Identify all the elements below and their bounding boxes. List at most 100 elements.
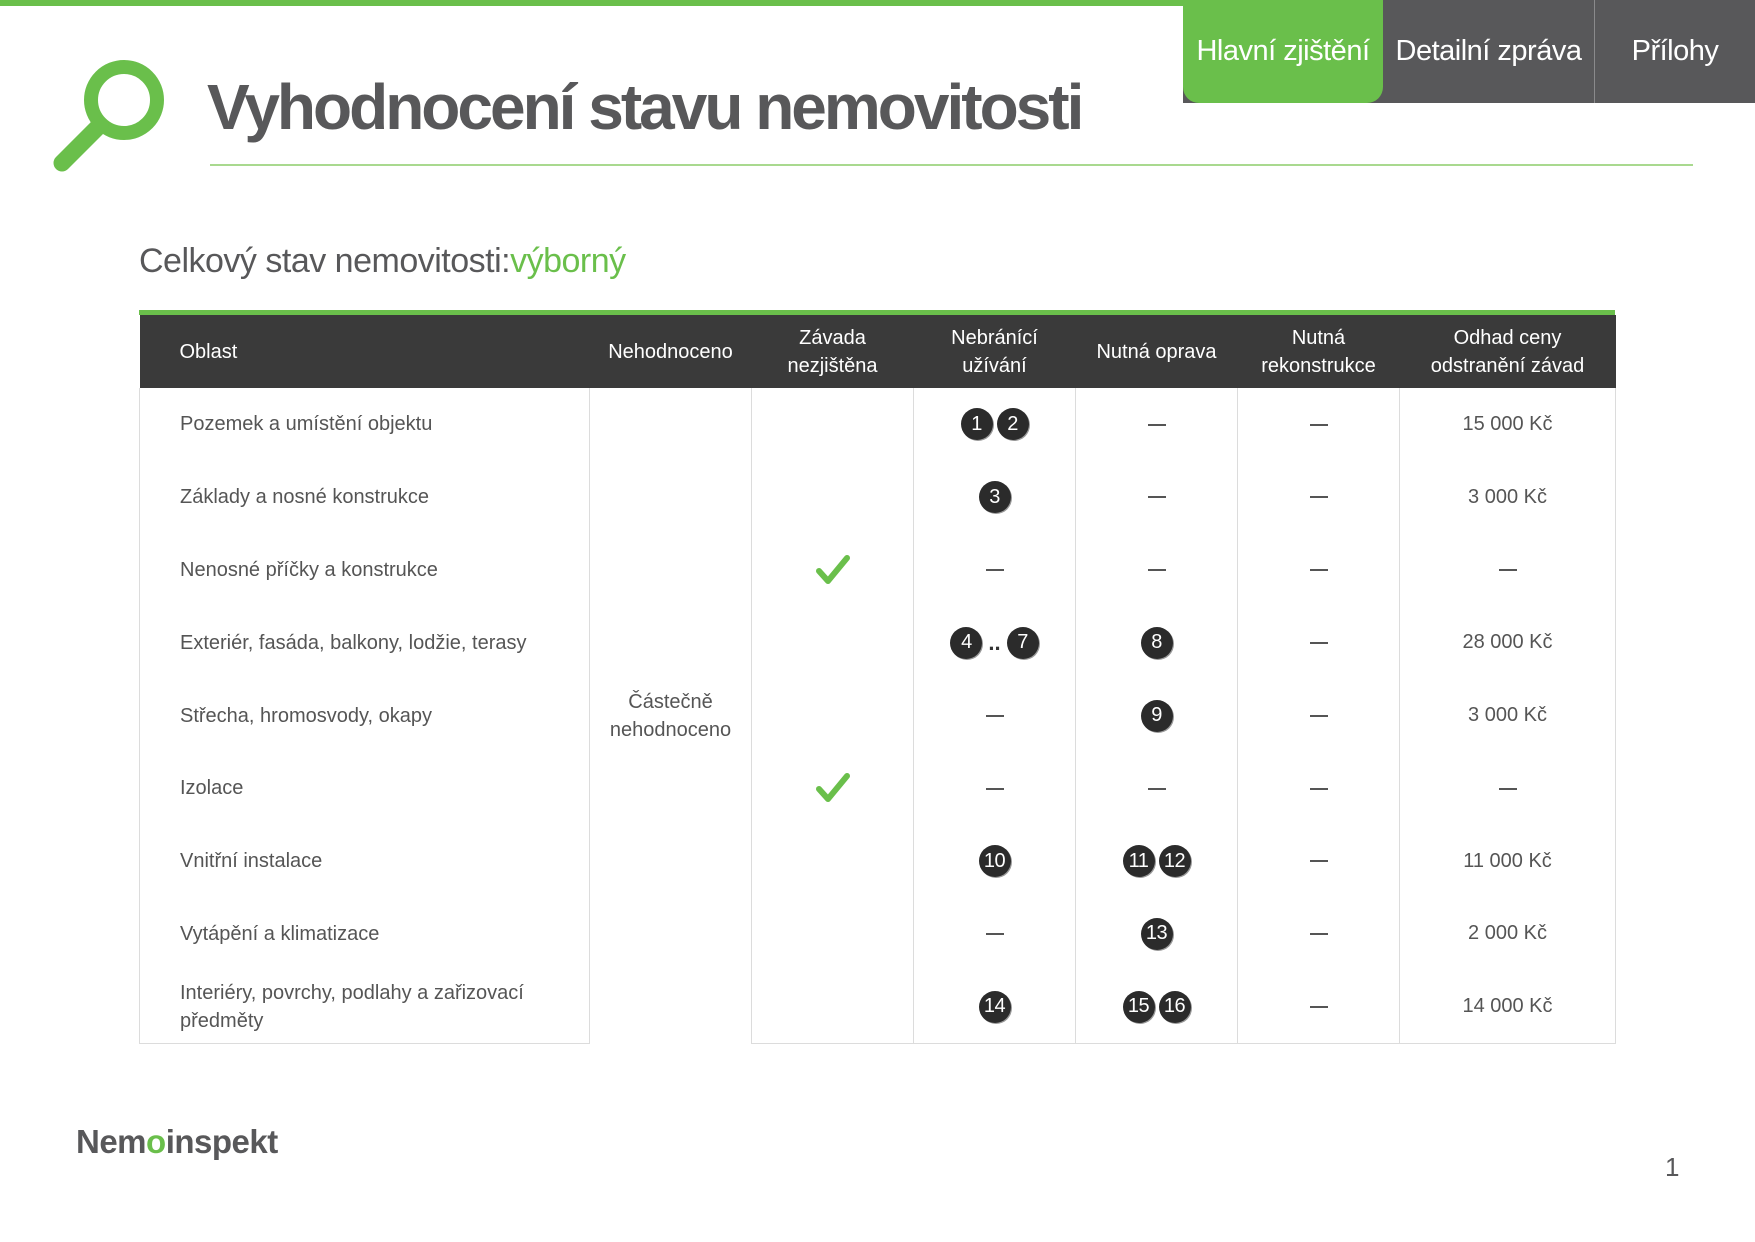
repair-cell: 15 16 <box>1075 970 1238 1044</box>
dash-icon <box>1147 423 1166 426</box>
table-row: Nenosné příčky a konstrukce <box>139 533 1616 607</box>
repair-cell: 9 <box>1075 679 1238 752</box>
finding-badge[interactable]: 10 <box>978 845 1011 878</box>
dash-icon <box>1498 569 1517 572</box>
cost-cell: 3 000 Kč <box>1399 679 1616 752</box>
cost-cell <box>1399 533 1616 607</box>
table-row: Vnitřní instalace 10 11 12 11 000 Kč <box>139 824 1616 898</box>
finding-badge[interactable]: 13 <box>1140 917 1173 950</box>
table-row: Základy a nosné konstrukce 3 3 000 Kč <box>139 460 1616 534</box>
table-body: Pozemek a umístění objektu Částečně nehod… <box>139 388 1616 1044</box>
no-defect-cell <box>751 606 914 680</box>
cost-cell: 3 000 Kč <box>1399 460 1616 534</box>
company-logo: Nemoinspekt <box>76 1123 278 1161</box>
top-accent-line <box>0 0 1190 6</box>
column-header-not-evaluated: Nehodnoceno <box>589 315 752 388</box>
reconstruction-cell <box>1237 533 1400 607</box>
table-row: Exteriér, fasáda, balkony, lodžie, teras… <box>139 606 1616 680</box>
area-cell: Pozemek a umístění objektu <box>139 388 590 461</box>
dash-icon <box>1147 496 1166 499</box>
area-cell: Exteriér, fasáda, balkony, lodžie, teras… <box>139 606 590 680</box>
dash-icon <box>1498 787 1517 790</box>
repair-cell <box>1075 533 1238 607</box>
not-hindering-cell <box>913 679 1076 752</box>
column-header-area: Oblast <box>139 315 590 388</box>
table-row: Vytápění a klimatizace 13 2 000 Kč <box>139 897 1616 971</box>
reconstruction-cell <box>1237 970 1400 1044</box>
repair-cell <box>1075 751 1238 825</box>
table-row: Interiéry, povrchy, podlahy a zařizovací… <box>139 970 1616 1044</box>
not-hindering-cell: 12 <box>913 388 1076 461</box>
page-title: Vyhodnocení stavu nemovitosti <box>207 71 1084 143</box>
tab-detailed-report[interactable]: Detailní zpráva <box>1383 0 1595 103</box>
not-hindering-cell <box>913 533 1076 607</box>
dash-icon <box>985 714 1004 717</box>
finding-badge[interactable]: 9 <box>1140 699 1173 732</box>
not-hindering-cell: 10 <box>913 824 1076 898</box>
not-hindering-cell: 3 <box>913 460 1076 534</box>
dash-icon <box>1147 787 1166 790</box>
repair-cell <box>1075 388 1238 461</box>
dash-icon <box>1309 496 1328 499</box>
title-divider <box>210 164 1693 166</box>
overall-condition: Celkový stav nemovitosti:výborný <box>139 242 626 281</box>
not-hindering-cell <box>913 897 1076 971</box>
dash-icon <box>1309 423 1328 426</box>
area-cell: Vytápění a klimatizace <box>139 897 590 971</box>
reconstruction-cell <box>1237 679 1400 752</box>
finding-badge[interactable]: 7 <box>1006 626 1039 659</box>
finding-badge[interactable]: 11 <box>1122 845 1155 878</box>
finding-badge[interactable]: 2 <box>996 408 1029 441</box>
no-defect-cell <box>751 751 914 825</box>
finding-badge[interactable]: 16 <box>1158 990 1191 1023</box>
reconstruction-cell <box>1237 897 1400 971</box>
table-row: Izolace <box>139 751 1616 825</box>
no-defect-cell <box>751 388 914 461</box>
reconstruction-cell <box>1237 606 1400 680</box>
evaluation-table-wrapper: Oblast Nehodnoceno Závada nezjištěna Neb… <box>139 310 1616 1044</box>
tab-main-findings[interactable]: Hlavní zjištění <box>1183 0 1383 103</box>
column-header-cost: Odhad ceny odstranění závad <box>1399 315 1616 388</box>
repair-cell: 11 12 <box>1075 824 1238 898</box>
no-defect-cell <box>751 824 914 898</box>
cost-cell <box>1399 751 1616 825</box>
dash-icon <box>985 787 1004 790</box>
area-cell: Základy a nosné konstrukce <box>139 460 590 534</box>
column-header-not-hindering: Nebránící užívání <box>913 315 1076 388</box>
dash-icon <box>1309 787 1328 790</box>
dash-icon <box>1309 569 1328 572</box>
dash-icon <box>985 569 1004 572</box>
tab-attachments[interactable]: Přílohy <box>1595 0 1755 103</box>
column-header-reconstruction: Nutná rekonstrukce <box>1237 315 1400 388</box>
cost-cell: 2 000 Kč <box>1399 897 1616 971</box>
finding-badge[interactable]: 15 <box>1122 990 1155 1023</box>
no-defect-cell <box>751 533 914 607</box>
finding-badge[interactable]: 12 <box>1158 845 1191 878</box>
cost-cell: 28 000 Kč <box>1399 606 1616 680</box>
dash-icon <box>985 933 1004 936</box>
no-defect-cell <box>751 460 914 534</box>
finding-badge[interactable]: 3 <box>978 481 1011 514</box>
finding-badge[interactable]: 1 <box>960 408 993 441</box>
reconstruction-cell <box>1237 460 1400 534</box>
area-cell: Vnitřní instalace <box>139 824 590 898</box>
finding-badge[interactable]: 14 <box>978 990 1011 1023</box>
reconstruction-cell <box>1237 388 1400 461</box>
no-defect-cell <box>751 897 914 971</box>
reconstruction-cell <box>1237 824 1400 898</box>
area-cell: Střecha, hromosvody, okapy <box>139 679 590 752</box>
reconstruction-cell <box>1237 751 1400 825</box>
finding-badge[interactable]: 8 <box>1140 626 1173 659</box>
dash-icon <box>1309 714 1328 717</box>
area-cell: Interiéry, povrchy, podlahy a zařizovací… <box>139 970 590 1044</box>
table-row: Střecha, hromosvody, okapy 9 3 000 Kč <box>139 679 1616 752</box>
finding-badge[interactable]: 4 <box>950 626 983 659</box>
repair-cell: 13 <box>1075 897 1238 971</box>
logo-text-prefix: Nem <box>76 1123 147 1160</box>
dash-icon <box>1147 569 1166 572</box>
magnifier-icon <box>53 60 164 172</box>
dash-icon <box>1309 1005 1328 1008</box>
evaluation-table: Oblast Nehodnoceno Závada nezjištěna Neb… <box>139 315 1616 1044</box>
not-hindering-cell: 4.. 7 <box>913 606 1076 680</box>
check-icon <box>815 773 850 803</box>
